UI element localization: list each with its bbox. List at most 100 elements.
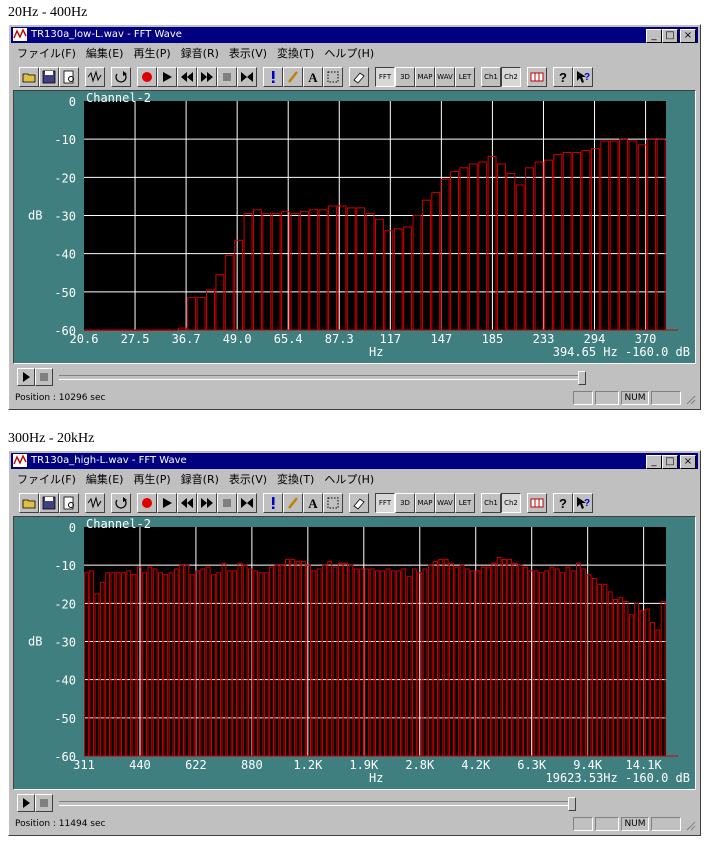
text-tool-icon[interactable]: A [303, 67, 323, 87]
let-view-button[interactable]: LET [455, 67, 475, 87]
skip-end-icon[interactable] [237, 67, 257, 87]
position-slider[interactable] [59, 797, 576, 811]
menu-record[interactable]: 録音(R) [177, 45, 225, 63]
app-icon [13, 28, 27, 41]
menu-file[interactable]: ファイル(F) [13, 45, 82, 63]
map-view-button[interactable]: MAP [415, 493, 435, 513]
menu-help[interactable]: ヘルプ(H) [320, 45, 380, 63]
print-preview-icon[interactable] [59, 67, 79, 87]
menu-play[interactable]: 再生(P) [129, 471, 176, 489]
stop-icon[interactable] [217, 67, 237, 87]
title-bar[interactable]: TR130a_high-L.wav - FFT Wave _ □ × [11, 453, 698, 469]
play-button[interactable] [17, 794, 35, 812]
fast-forward-icon[interactable] [197, 67, 217, 87]
play-icon[interactable] [157, 493, 177, 513]
print-preview-icon[interactable] [59, 493, 79, 513]
record-icon[interactable] [137, 493, 157, 513]
open-folder-icon[interactable] [19, 493, 39, 513]
wav-view-button[interactable]: WAV [435, 67, 455, 87]
resize-grip-icon[interactable] [684, 819, 696, 831]
loop-icon[interactable] [111, 67, 131, 87]
y-tick-label: -40 [54, 248, 76, 262]
map-view-button[interactable]: MAP [415, 67, 435, 87]
channel-1-button[interactable]: Ch1 [481, 67, 501, 87]
menu-play[interactable]: 再生(P) [129, 45, 176, 63]
stop-button[interactable] [35, 794, 53, 812]
app-icon [13, 454, 27, 467]
minimize-button[interactable]: _ [646, 29, 662, 43]
pencil-icon[interactable] [283, 493, 303, 513]
maximize-button[interactable]: □ [662, 29, 678, 43]
fft-spectrum-chart: 0-10-20-30-40-50-6020.6 27.5 36.7 49.0 65.4 8… [28, 91, 690, 359]
menu-help[interactable]: ヘルプ(H) [320, 471, 380, 489]
close-button[interactable]: × [680, 455, 696, 469]
context-help-icon[interactable]: ? [573, 493, 593, 513]
title-bar[interactable]: TR130a_low-L.wav - FFT Wave _ □ × [11, 27, 698, 43]
save-disk-icon[interactable] [39, 67, 59, 87]
eraser-icon[interactable] [349, 493, 369, 513]
status-pane-1 [573, 391, 593, 405]
resize-grip-icon[interactable] [684, 393, 696, 405]
color-bars-icon[interactable] [527, 67, 547, 87]
slider-thumb[interactable] [568, 797, 576, 811]
maximize-button[interactable]: □ [662, 455, 678, 469]
menu-convert[interactable]: 変換(T) [273, 471, 320, 489]
open-folder-icon[interactable] [19, 67, 39, 87]
fft-window-low: TR130a_low-L.wav - FFT Wave _ □ × ファイル(F… [8, 24, 701, 410]
skip-end-icon[interactable] [237, 493, 257, 513]
menu-file[interactable]: ファイル(F) [13, 471, 82, 489]
pencil-icon[interactable] [283, 67, 303, 87]
let-view-button[interactable]: LET [455, 493, 475, 513]
rewind-icon[interactable] [177, 493, 197, 513]
menu-convert[interactable]: 変換(T) [273, 45, 320, 63]
channel-2-button[interactable]: Ch2 [501, 67, 521, 87]
minimize-button[interactable]: _ [646, 455, 662, 469]
svg-text:?: ? [559, 70, 567, 85]
toolbar: A FFT 3D MAP WAV LET Ch1 Ch2 ? ? [15, 67, 696, 91]
select-region-icon[interactable] [323, 493, 343, 513]
eraser-icon[interactable] [349, 67, 369, 87]
context-help-icon[interactable]: ? [573, 67, 593, 87]
svg-text:A: A [308, 70, 318, 85]
fft-view-button[interactable]: FFT [375, 67, 395, 87]
color-bars-icon[interactable] [527, 493, 547, 513]
status-pane-1 [573, 817, 593, 831]
3d-view-button[interactable]: 3D [395, 493, 415, 513]
rewind-icon[interactable] [177, 67, 197, 87]
waveform-icon[interactable] [85, 493, 105, 513]
status-pane-2 [595, 817, 619, 831]
text-tool-icon[interactable]: A [303, 493, 323, 513]
play-icon[interactable] [157, 67, 177, 87]
waveform-icon[interactable] [85, 67, 105, 87]
fft-view-button[interactable]: FFT [375, 493, 395, 513]
menu-record[interactable]: 録音(R) [177, 471, 225, 489]
fast-forward-icon[interactable] [197, 493, 217, 513]
menu-view[interactable]: 表示(V) [225, 471, 273, 489]
x-tick-label: 1.2K [293, 758, 323, 772]
slider-thumb[interactable] [578, 371, 586, 385]
x-tick-label: 20.6 [70, 332, 99, 346]
channel-2-button[interactable]: Ch2 [501, 493, 521, 513]
loop-icon[interactable] [111, 493, 131, 513]
play-button[interactable] [17, 368, 35, 386]
save-disk-icon[interactable] [39, 493, 59, 513]
menu-edit[interactable]: 編集(E) [82, 45, 130, 63]
marker-icon[interactable] [263, 493, 283, 513]
menu-edit[interactable]: 編集(E) [82, 471, 130, 489]
select-region-icon[interactable] [323, 67, 343, 87]
help-icon[interactable]: ? [553, 493, 573, 513]
wav-view-button[interactable]: WAV [435, 493, 455, 513]
y-tick-label: -50 [54, 286, 76, 300]
position-slider[interactable] [59, 371, 586, 385]
y-tick-label: -10 [54, 133, 76, 147]
channel-1-button[interactable]: Ch1 [481, 493, 501, 513]
stop-button[interactable] [35, 368, 53, 386]
3d-view-button[interactable]: 3D [395, 67, 415, 87]
y-tick-label: -20 [54, 597, 76, 611]
stop-icon[interactable] [217, 493, 237, 513]
menu-view[interactable]: 表示(V) [225, 45, 273, 63]
marker-icon[interactable] [263, 67, 283, 87]
help-icon[interactable]: ? [553, 67, 573, 87]
record-icon[interactable] [137, 67, 157, 87]
close-button[interactable]: × [680, 29, 696, 43]
